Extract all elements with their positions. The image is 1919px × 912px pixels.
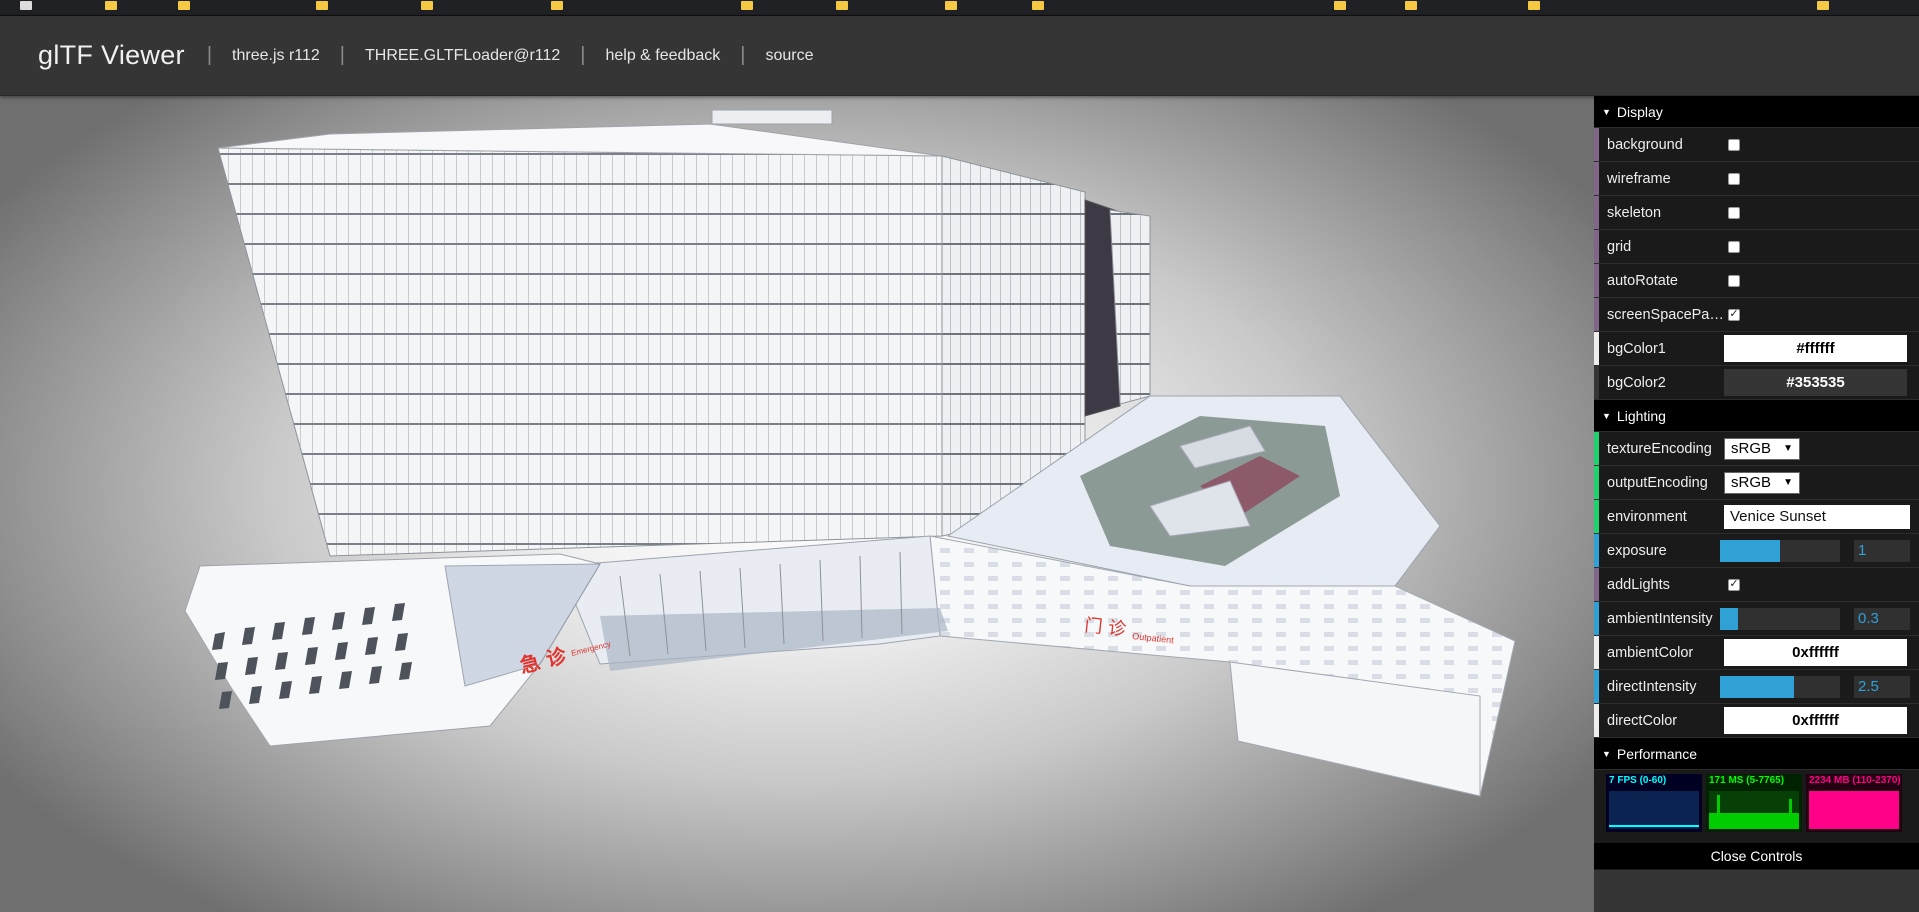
bookmark-folder-icon[interactable] bbox=[945, 1, 957, 10]
bookmark-folder-icon[interactable] bbox=[1032, 1, 1044, 10]
close-controls-button[interactable]: Close Controls bbox=[1594, 843, 1919, 869]
bookmark-folder-icon[interactable] bbox=[105, 1, 117, 10]
control-environment: environment Venice Sunset bbox=[1594, 500, 1919, 534]
ambientintensity-slider[interactable] bbox=[1720, 607, 1840, 630]
addlights-checkbox[interactable]: ✓ bbox=[1728, 578, 1740, 591]
ambientintensity-input[interactable]: 0.3 bbox=[1854, 607, 1910, 630]
nav-link-source[interactable]: source bbox=[765, 47, 813, 65]
ms-graph bbox=[1709, 791, 1799, 829]
controls-panel: ▼ Display background wireframe skeleton … bbox=[1594, 96, 1919, 870]
nav-link-help-feedback[interactable]: help & feedback bbox=[605, 47, 720, 65]
ambientcolor-swatch[interactable]: 0xffffff bbox=[1724, 639, 1907, 666]
bookmark-folder-icon[interactable] bbox=[836, 1, 848, 10]
directintensity-slider[interactable] bbox=[1720, 675, 1840, 698]
bookmark-folder-icon[interactable] bbox=[551, 1, 563, 10]
control-outputencoding: outputEncoding sRGB ▼ bbox=[1594, 466, 1919, 500]
caret-down-icon: ▼ bbox=[1602, 748, 1611, 759]
textureencoding-select[interactable]: sRGB ▼ bbox=[1724, 437, 1800, 460]
ms-panel[interactable]: 171 MS (5-7765) bbox=[1706, 774, 1802, 832]
caret-down-icon: ▼ bbox=[1602, 106, 1611, 117]
caret-down-icon: ▼ bbox=[1602, 410, 1611, 421]
checkmark-icon: ✓ bbox=[1729, 308, 1739, 320]
control-autorotate: autoRotate bbox=[1594, 264, 1919, 298]
nav-separator: | bbox=[206, 44, 213, 66]
dropdown-arrow-icon: ▼ bbox=[1783, 477, 1793, 488]
directintensity-input[interactable]: 2.5 bbox=[1854, 675, 1910, 698]
fps-graph bbox=[1609, 791, 1699, 829]
control-background: background bbox=[1594, 128, 1919, 162]
control-grid: grid bbox=[1594, 230, 1919, 264]
nav-separator: | bbox=[339, 44, 345, 66]
skeleton-checkbox[interactable] bbox=[1728, 206, 1740, 219]
nav-separator: | bbox=[580, 44, 586, 66]
background-checkbox[interactable] bbox=[1728, 138, 1740, 151]
exposure-input[interactable]: 1 bbox=[1854, 539, 1910, 562]
app-title[interactable]: glTF Viewer bbox=[38, 40, 185, 71]
bookmark-folder-icon[interactable] bbox=[1405, 1, 1417, 10]
control-addlights: addLights ✓ bbox=[1594, 568, 1919, 602]
autorotate-checkbox[interactable] bbox=[1728, 274, 1740, 287]
control-bgcolor2: bgColor2 #353535 bbox=[1594, 366, 1919, 400]
sign-outpatient-cn: 门 诊 bbox=[1083, 615, 1127, 640]
control-bgcolor1: bgColor1 #ffffff bbox=[1594, 332, 1919, 366]
outputencoding-select[interactable]: sRGB ▼ bbox=[1724, 471, 1800, 494]
bookmark-folder-icon[interactable] bbox=[316, 1, 328, 10]
nav-link-gltfloader[interactable]: THREE.GLTFLoader@r112 bbox=[365, 47, 560, 65]
bookmark-icon[interactable] bbox=[20, 1, 32, 10]
control-textureencoding: textureEncoding sRGB ▼ bbox=[1594, 432, 1919, 466]
mb-panel[interactable]: 2234 MB (110-2370) bbox=[1806, 774, 1902, 832]
bookmark-folder-icon[interactable] bbox=[741, 1, 753, 10]
environment-select[interactable]: Venice Sunset bbox=[1724, 504, 1910, 529]
mb-graph bbox=[1809, 791, 1899, 829]
control-ambientintensity: ambientIntensity 0.3 bbox=[1594, 602, 1919, 636]
directcolor-swatch[interactable]: 0xffffff bbox=[1724, 707, 1907, 734]
bookmark-folder-icon[interactable] bbox=[178, 1, 190, 10]
screenspacepanning-checkbox[interactable]: ✓ bbox=[1728, 308, 1740, 321]
control-directintensity: directIntensity 2.5 bbox=[1594, 670, 1919, 704]
control-ambientcolor: ambientColor 0xffffff bbox=[1594, 636, 1919, 670]
folder-display-title[interactable]: ▼ Display bbox=[1594, 96, 1919, 128]
3d-viewport[interactable]: 急 诊 Emergency 门 诊 Outpatient bbox=[0, 96, 1594, 912]
building-model: 急 诊 Emergency 门 诊 Outpatient bbox=[184, 109, 1516, 797]
nav-link-threejs[interactable]: three.js r112 bbox=[232, 47, 320, 65]
bgcolor1-swatch[interactable]: #ffffff bbox=[1724, 335, 1907, 362]
bgcolor2-swatch[interactable]: #353535 bbox=[1724, 369, 1907, 396]
performance-stats: 7 FPS (0-60) 171 MS (5-7765) 2234 MB (11… bbox=[1594, 770, 1919, 838]
dropdown-arrow-icon: ▼ bbox=[1783, 443, 1793, 454]
app-header: glTF Viewer | three.js r112 | THREE.GLTF… bbox=[0, 16, 1919, 96]
bookmarks-bar bbox=[0, 0, 1919, 16]
fps-panel[interactable]: 7 FPS (0-60) bbox=[1606, 774, 1702, 832]
bookmark-folder-icon[interactable] bbox=[1528, 1, 1540, 10]
wireframe-checkbox[interactable] bbox=[1728, 172, 1740, 185]
nav-separator: | bbox=[740, 44, 746, 66]
control-exposure: exposure 1 bbox=[1594, 534, 1919, 568]
folder-performance-title[interactable]: ▼ Performance bbox=[1594, 738, 1919, 770]
bookmark-folder-icon[interactable] bbox=[1334, 1, 1346, 10]
grid-checkbox[interactable] bbox=[1728, 240, 1740, 253]
folder-lighting-title[interactable]: ▼ Lighting bbox=[1594, 400, 1919, 432]
exposure-slider[interactable] bbox=[1720, 539, 1840, 562]
control-skeleton: skeleton bbox=[1594, 196, 1919, 230]
control-screenspacepanning: screenSpacePan... ✓ bbox=[1594, 298, 1919, 332]
bookmark-folder-icon[interactable] bbox=[1817, 1, 1829, 10]
checkmark-icon: ✓ bbox=[1729, 578, 1739, 590]
control-directcolor: directColor 0xffffff bbox=[1594, 704, 1919, 738]
bookmark-folder-icon[interactable] bbox=[421, 1, 433, 10]
control-wireframe: wireframe bbox=[1594, 162, 1919, 196]
